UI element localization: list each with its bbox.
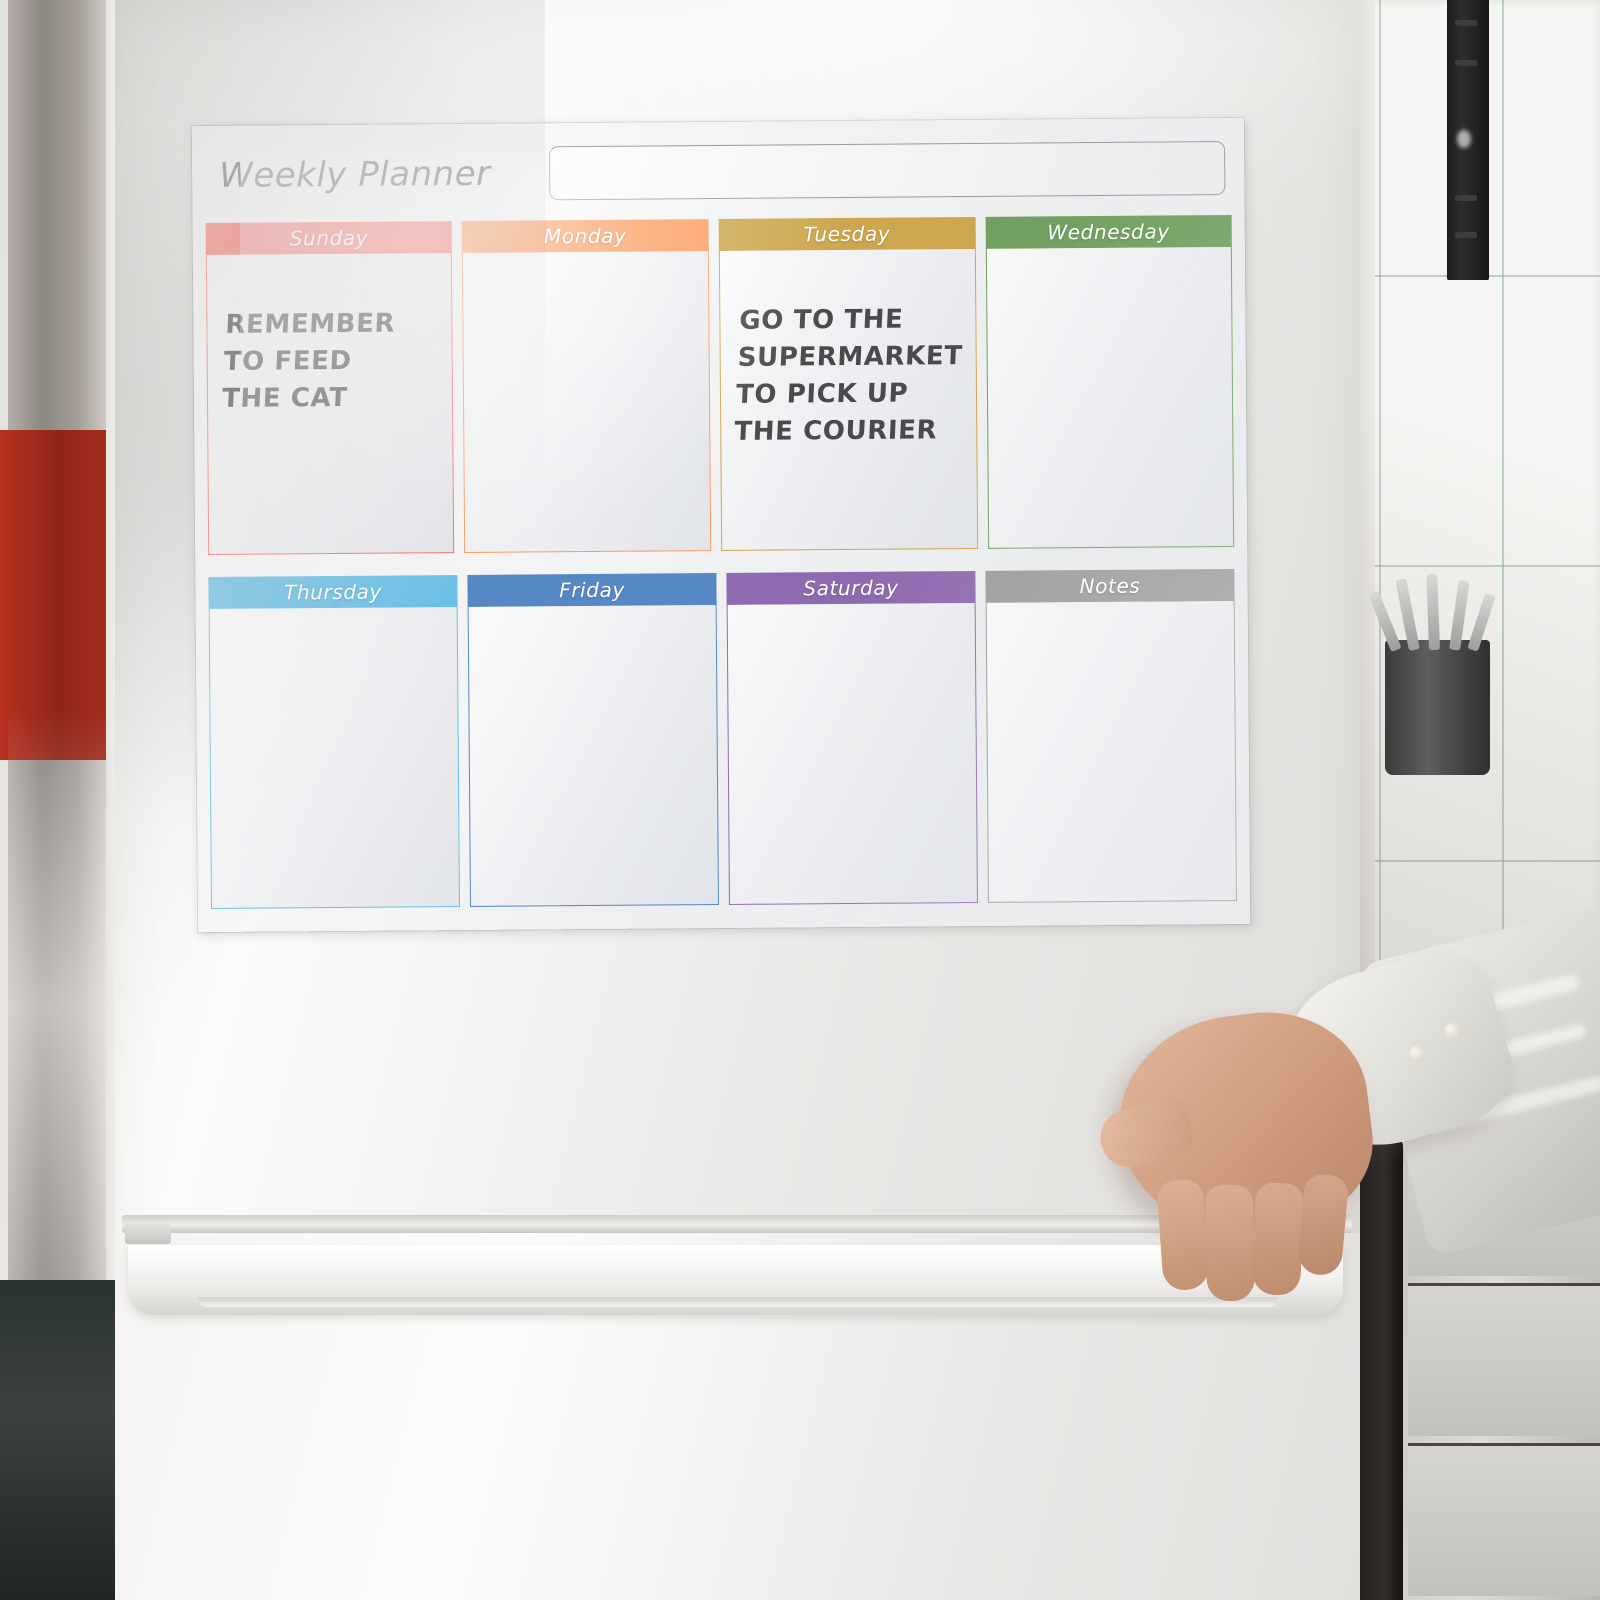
note-text-thursday [226, 623, 443, 625]
floor [0, 1280, 132, 1600]
day-header-tuesday: Tuesday [718, 216, 976, 252]
note-text-saturday [744, 619, 961, 621]
day-header-sunday: Sunday [205, 221, 453, 256]
notes-body[interactable] [985, 600, 1237, 903]
day-body-wednesday[interactable] [985, 246, 1235, 549]
finger-little [1296, 1173, 1350, 1277]
notes-cell[interactable]: Notes [985, 568, 1237, 903]
note-text-friday [485, 621, 702, 623]
black-wall-fixture-icon [1447, 0, 1489, 280]
day-header-saturday: Saturday [726, 571, 976, 605]
day-body-tuesday[interactable]: GO TO THE SUPERMARKET TO PICK UP THE COU… [718, 248, 978, 552]
planner-header: Weekly Planner [205, 129, 1232, 215]
utensil-holder [1368, 573, 1496, 775]
note-text-wednesday [1003, 299, 1217, 301]
weekly-planner-board[interactable]: Weekly Planner Sunday REMEMBER TO FEED T… [191, 117, 1251, 933]
day-body-friday[interactable] [467, 605, 719, 907]
day-body-sunday[interactable]: REMEMBER TO FEED THE CAT [205, 253, 455, 556]
notes-header: Notes [985, 568, 1235, 603]
note-text-sunday: REMEMBER TO FEED THE CAT [221, 308, 396, 414]
note-text-tuesday: GO TO THE SUPERMARKET TO PICK UP THE COU… [733, 304, 963, 447]
week-row-top: Sunday REMEMBER TO FEED THE CAT Monday T… [205, 214, 1235, 556]
day-header-wednesday: Wednesday [985, 214, 1232, 249]
day-body-saturday[interactable] [726, 603, 978, 905]
finger-index [1156, 1178, 1210, 1292]
finger-middle [1204, 1184, 1256, 1302]
fridge-hinge [125, 1222, 171, 1244]
day-cell-monday[interactable]: Monday [461, 219, 711, 554]
day-cell-wednesday[interactable]: Wednesday [985, 214, 1235, 549]
day-body-thursday[interactable] [208, 607, 460, 910]
left-pillar [0, 0, 118, 1290]
day-cell-saturday[interactable]: Saturday [726, 571, 978, 905]
day-header-monday: Monday [461, 219, 709, 254]
day-cell-friday[interactable]: Friday [467, 573, 719, 907]
finger-ring [1252, 1182, 1304, 1296]
day-cell-tuesday[interactable]: Tuesday GO TO THE SUPERMARKET TO PICK UP… [718, 216, 978, 552]
day-cell-thursday[interactable]: Thursday [208, 575, 460, 910]
day-cell-sunday[interactable]: Sunday REMEMBER TO FEED THE CAT [205, 221, 455, 556]
day-header-friday: Friday [467, 573, 717, 607]
day-header-thursday: Thursday [208, 575, 458, 610]
note-text-monday [480, 303, 694, 305]
note-text-notes [1003, 617, 1220, 619]
page-title: Weekly Planner [219, 153, 491, 196]
week-title-input[interactable] [549, 141, 1226, 201]
week-row-bottom: Thursday Friday Saturday Notes [208, 568, 1237, 910]
day-body-monday[interactable] [462, 251, 711, 554]
kitchen-scene: Weekly Planner Sunday REMEMBER TO FEED T… [0, 0, 1600, 1600]
hand-on-fridge-door [1060, 893, 1600, 1385]
